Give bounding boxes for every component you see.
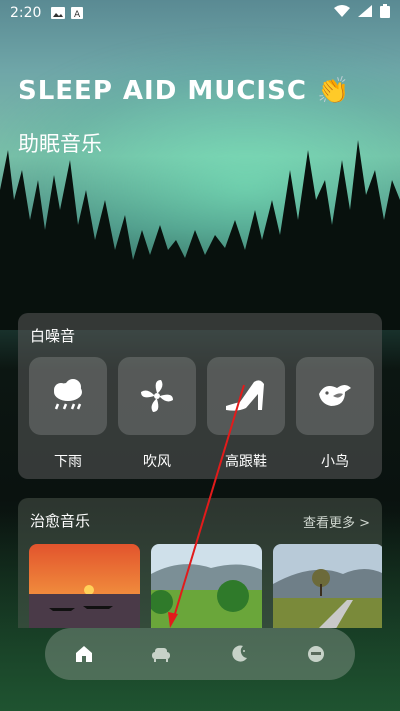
nav-sofa[interactable]	[149, 642, 173, 666]
white-noise-card: 白噪音 下雨 吹风 高跟鞋 小鸟	[18, 313, 382, 479]
gallery-icon	[51, 7, 66, 19]
wind-tile-box[interactable]	[118, 357, 196, 435]
moon-icon	[232, 645, 247, 662]
tile-label: 小鸟	[321, 454, 349, 470]
healing-music-card: 治愈音乐 查看更多 >	[18, 498, 382, 628]
music-thumb-sunset[interactable]	[29, 544, 140, 628]
sofa-icon	[152, 648, 171, 662]
tile-heels[interactable]: 高跟鞋	[207, 357, 285, 471]
forest-silhouette	[0, 140, 400, 330]
wifi-icon	[334, 5, 350, 21]
page-title: SLEEP AID MUCISC 👏	[18, 76, 351, 106]
tile-bird[interactable]: 小鸟	[296, 357, 374, 471]
nav-face[interactable]	[304, 642, 328, 666]
rain-cloud-icon	[54, 379, 82, 410]
fan-icon	[141, 380, 173, 412]
svg-text:A: A	[74, 10, 81, 19]
tile-rain[interactable]: 下雨	[29, 357, 107, 471]
app-a-icon: A	[71, 7, 85, 20]
bird-tile-box[interactable]	[296, 357, 374, 435]
healing-music-title: 治愈音乐	[30, 512, 91, 530]
status-time: 2:20	[10, 5, 42, 21]
nav-moon[interactable]	[227, 642, 251, 666]
tile-label: 吹风	[143, 454, 171, 470]
high-heel-icon	[226, 380, 264, 411]
bird-icon	[319, 385, 351, 406]
battery-icon	[380, 4, 390, 22]
white-noise-title: 白噪音	[30, 327, 76, 345]
see-more-link[interactable]: 查看更多 >	[303, 512, 370, 531]
status-bar: 2:20 A	[0, 0, 400, 26]
home-icon	[75, 646, 92, 662]
music-thumb-valley[interactable]	[151, 544, 262, 628]
heels-tile-box[interactable]	[207, 357, 285, 435]
status-right	[334, 4, 390, 22]
rain-tile-box[interactable]	[29, 357, 107, 435]
signal-icon	[358, 5, 372, 21]
tile-label: 下雨	[54, 454, 82, 470]
face-icon	[308, 646, 325, 662]
music-thumb-road[interactable]	[273, 544, 382, 628]
tile-wind[interactable]: 吹风	[118, 357, 196, 471]
page-subtitle: 助眠音乐	[18, 132, 102, 156]
nav-home[interactable]	[72, 642, 96, 666]
bottom-nav	[45, 628, 355, 680]
tile-label: 高跟鞋	[225, 454, 267, 470]
